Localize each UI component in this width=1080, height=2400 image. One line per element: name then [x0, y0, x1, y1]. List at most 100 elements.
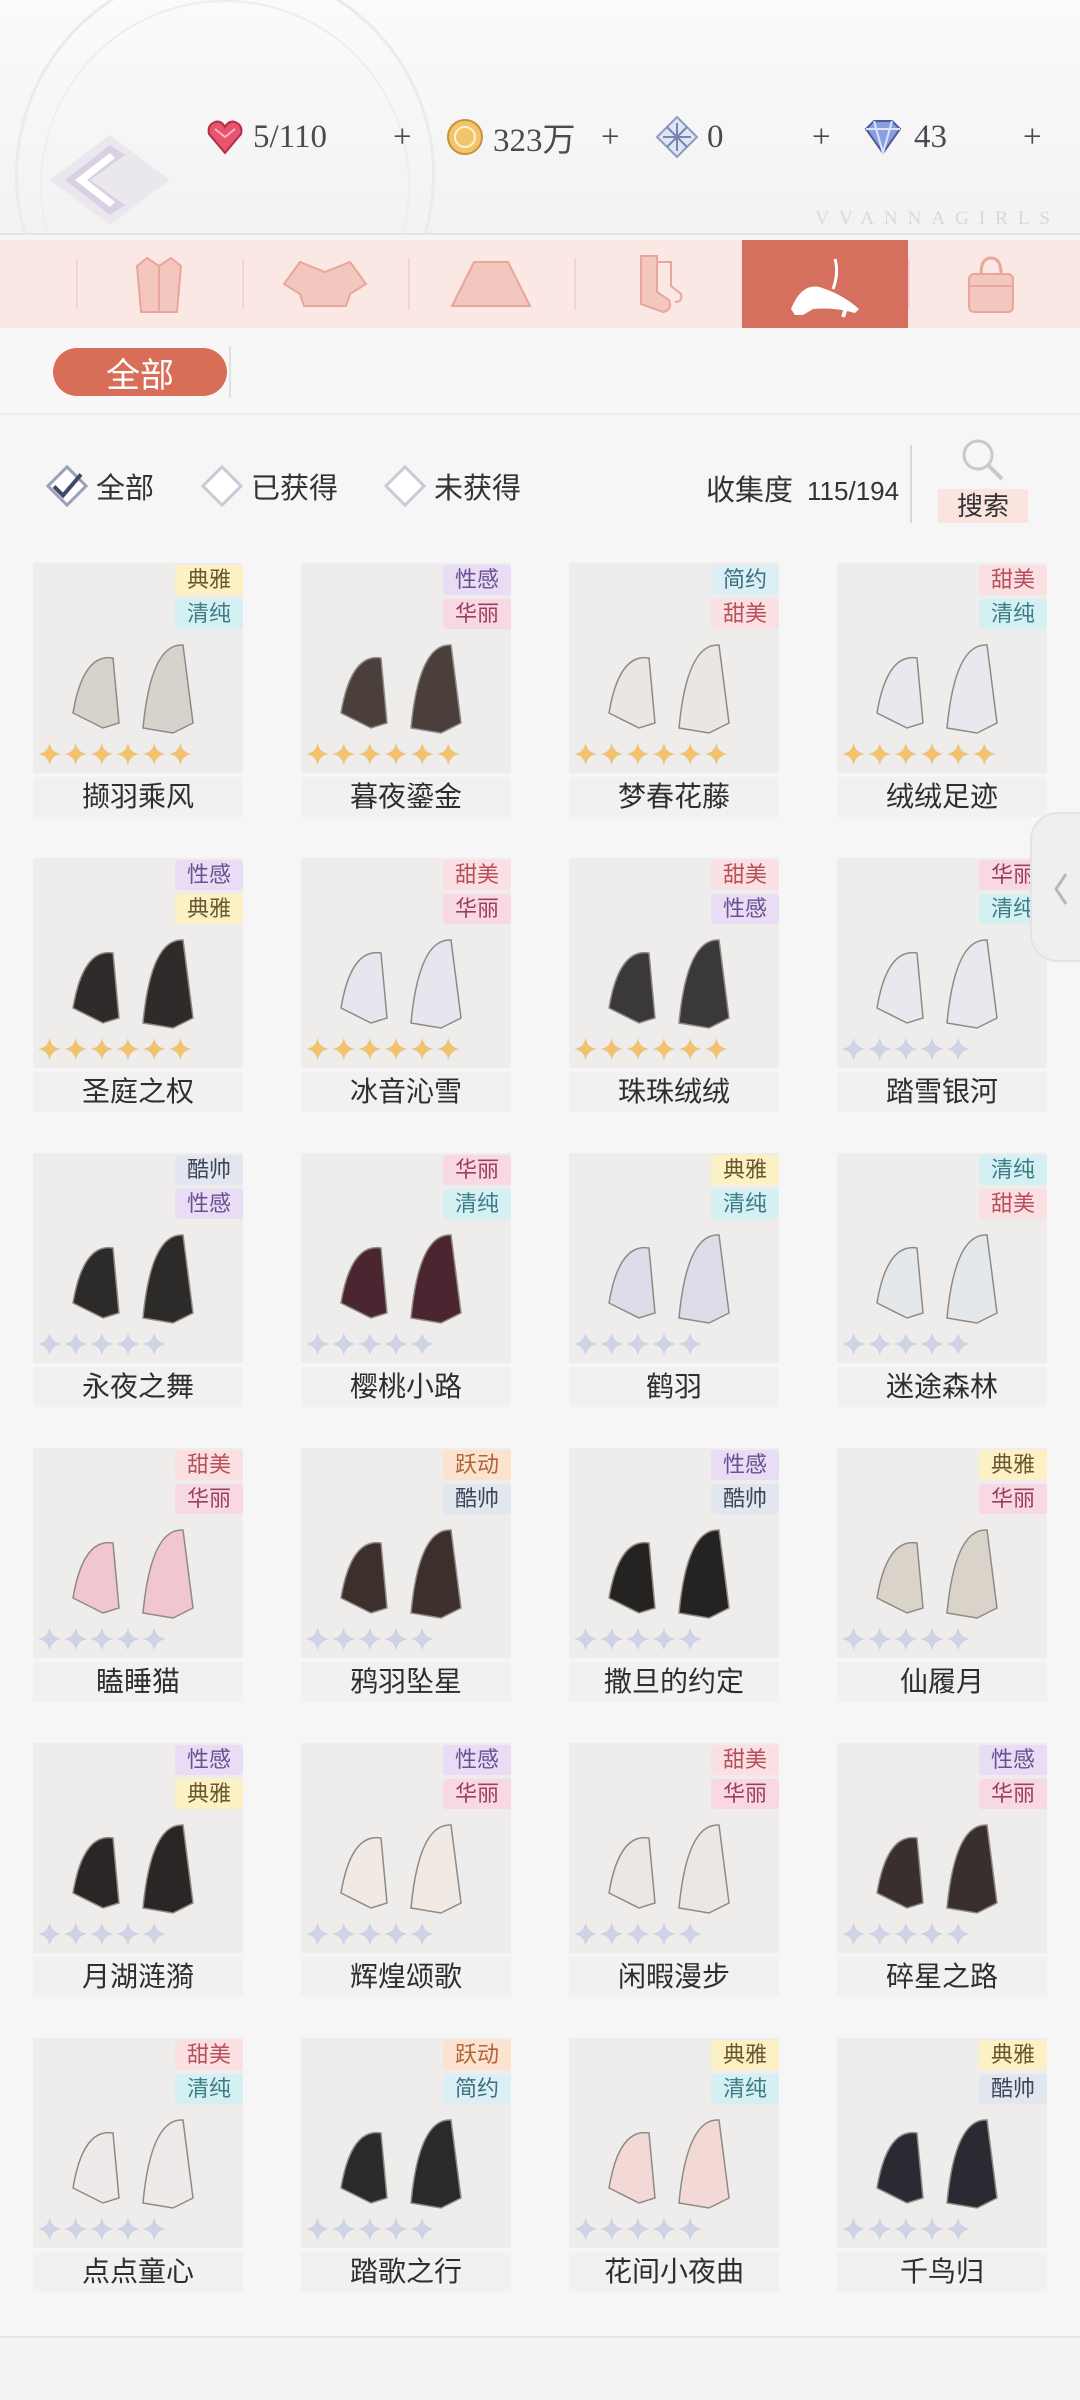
- rarity-stars: ✦ ✦ ✦ ✦ ✦ ✦: [305, 741, 461, 771]
- shoe-item-card[interactable]: 性感 典雅 ✦ ✦ ✦ ✦ ✦ ✦ 圣庭之权: [33, 858, 243, 1116]
- star-icon: ✦: [357, 1919, 383, 1952]
- style-tag: 华丽: [979, 1779, 1047, 1809]
- star-icon: ✦: [573, 1329, 599, 1362]
- add-diamonds-button[interactable]: +: [1023, 112, 1042, 162]
- shoe-item-card[interactable]: 甜美 华丽 ✦ ✦ ✦ ✦ ✦ 瞌睡猫: [33, 1448, 243, 1706]
- search-icon: [962, 439, 1004, 481]
- star-icon: ✦: [919, 2214, 945, 2247]
- star-icon: ✦: [677, 1624, 703, 1657]
- divider: [229, 346, 231, 398]
- bottom-bar: [0, 2336, 1080, 2400]
- shoe-name: 踏雪银河: [837, 1072, 1047, 1112]
- star-icon: ✦: [651, 1919, 677, 1952]
- shoe-item-card[interactable]: 甜美 性感 ✦ ✦ ✦ ✦ ✦ ✦ 珠珠绒绒: [569, 858, 779, 1116]
- filter-all-radio[interactable]: 全部: [45, 464, 155, 508]
- tab-top[interactable]: [242, 240, 408, 328]
- style-tag: 甜美: [175, 1450, 243, 1480]
- star-icon: ✦: [141, 1919, 167, 1952]
- tab-bag[interactable]: [908, 240, 1074, 328]
- star-icon: ✦: [703, 1034, 729, 1067]
- shoe-item-card[interactable]: 酷帅 性感 ✦ ✦ ✦ ✦ ✦ 永夜之舞: [33, 1153, 243, 1411]
- shoe-item-card[interactable]: 性感 典雅 ✦ ✦ ✦ ✦ ✦ 月湖涟漪: [33, 1743, 243, 2001]
- star-icon: ✦: [115, 1624, 141, 1657]
- star-icon: ✦: [37, 1919, 63, 1952]
- tab-partial[interactable]: [0, 240, 76, 328]
- bag-icon: [968, 256, 1014, 313]
- star-icon: ✦: [37, 2214, 63, 2247]
- shoe-name: 绒绒足迹: [837, 777, 1047, 817]
- star-icon: ✦: [89, 1034, 115, 1067]
- tab-shoes[interactable]: [742, 240, 908, 328]
- star-icon: ✦: [331, 1034, 357, 1067]
- shoe-item-card[interactable]: 跃动 简约 ✦ ✦ ✦ ✦ ✦ 踏歌之行: [301, 2038, 511, 2296]
- filter-all-label: 全部: [96, 473, 155, 505]
- shoe-item-card[interactable]: 甜美 清纯 ✦ ✦ ✦ ✦ ✦ 点点童心: [33, 2038, 243, 2296]
- style-tag: 性感: [979, 1745, 1047, 1775]
- shoe-item-card[interactable]: 甜美 华丽 ✦ ✦ ✦ ✦ ✦ 闲暇漫步: [569, 1743, 779, 2001]
- add-crystal-button[interactable]: +: [812, 112, 831, 162]
- style-tag: 甜美: [443, 860, 511, 890]
- filter-owned-radio[interactable]: 已获得: [200, 464, 338, 508]
- star-icon: ✦: [409, 1034, 435, 1067]
- style-tag: 典雅: [175, 1779, 243, 1809]
- shoe-item-card[interactable]: 性感 酷帅 ✦ ✦ ✦ ✦ ✦ 撒旦的约定: [569, 1448, 779, 1706]
- shoe-item-card[interactable]: 简约 甜美 ✦ ✦ ✦ ✦ ✦ ✦ 梦春花藤: [569, 563, 779, 821]
- search-button[interactable]: 搜索: [938, 435, 1028, 525]
- star-icon: ✦: [141, 2214, 167, 2247]
- star-icon: ✦: [867, 1624, 893, 1657]
- shoe-name: 鹤羽: [569, 1367, 779, 1407]
- shoe-item-card[interactable]: 性感 华丽 ✦ ✦ ✦ ✦ ✦ ✦ 暮夜鎏金: [301, 563, 511, 821]
- shoe-item-card[interactable]: 甜美 清纯 ✦ ✦ ✦ ✦ ✦ ✦ 绒绒足迹: [837, 563, 1047, 821]
- star-icon: ✦: [573, 739, 599, 772]
- star-icon: ✦: [435, 1034, 461, 1067]
- star-icon: ✦: [305, 1329, 331, 1362]
- tab-coat[interactable]: [76, 240, 242, 328]
- side-drawer-handle[interactable]: [1030, 812, 1080, 962]
- star-icon: ✦: [625, 1919, 651, 1952]
- style-tag: 甜美: [979, 565, 1047, 595]
- shoe-item-card[interactable]: 甜美 华丽 ✦ ✦ ✦ ✦ ✦ ✦ 冰音沁雪: [301, 858, 511, 1116]
- shoe-item-card[interactable]: 典雅 酷帅 ✦ ✦ ✦ ✦ ✦ 千鸟归: [837, 2038, 1047, 2296]
- tab-socks[interactable]: [574, 240, 740, 328]
- rarity-stars: ✦ ✦ ✦ ✦ ✦ ✦: [37, 1036, 193, 1066]
- shoe-item-card[interactable]: 华丽 清纯 ✦ ✦ ✦ ✦ ✦ 踏雪银河: [837, 858, 1047, 1116]
- star-icon: ✦: [573, 1919, 599, 1952]
- shoe-item-card[interactable]: 清纯 甜美 ✦ ✦ ✦ ✦ ✦ 迷途森林: [837, 1153, 1047, 1411]
- star-icon: ✦: [331, 1329, 357, 1362]
- unchecked-diamond-icon: [383, 464, 427, 508]
- style-tag: 华丽: [443, 894, 511, 924]
- star-icon: ✦: [383, 1919, 409, 1952]
- star-icon: ✦: [37, 739, 63, 772]
- shoe-item-card[interactable]: 典雅 清纯 ✦ ✦ ✦ ✦ ✦ ✦ 撷羽乘风: [33, 563, 243, 821]
- shoe-item-card[interactable]: 典雅 清纯 ✦ ✦ ✦ ✦ ✦ 花间小夜曲: [569, 2038, 779, 2296]
- star-icon: ✦: [63, 739, 89, 772]
- shoe-name: 樱桃小路: [301, 1367, 511, 1407]
- filter-not-owned-label: 未获得: [434, 473, 522, 505]
- shoe-item-card[interactable]: 典雅 清纯 ✦ ✦ ✦ ✦ ✦ 鹤羽: [569, 1153, 779, 1411]
- high-heel-icon: [791, 258, 859, 318]
- subcategory-all-pill[interactable]: 全部: [53, 348, 227, 396]
- back-button[interactable]: [30, 120, 180, 235]
- star-icon: ✦: [625, 1329, 651, 1362]
- shoe-item-card[interactable]: 跃动 酷帅 ✦ ✦ ✦ ✦ ✦ 鸦羽坠星: [301, 1448, 511, 1706]
- star-icon: ✦: [305, 739, 331, 772]
- partial-icon: [0, 254, 23, 314]
- star-icon: ✦: [945, 1919, 971, 1952]
- shoe-item-card[interactable]: 华丽 清纯 ✦ ✦ ✦ ✦ ✦ 樱桃小路: [301, 1153, 511, 1411]
- star-icon: ✦: [409, 739, 435, 772]
- star-icon: ✦: [677, 1034, 703, 1067]
- add-stamina-button[interactable]: +: [393, 112, 412, 162]
- tab-skirt[interactable]: [408, 240, 574, 328]
- style-tag: 清纯: [979, 599, 1047, 629]
- star-icon: ✦: [141, 1034, 167, 1067]
- shoe-item-card[interactable]: 性感 华丽 ✦ ✦ ✦ ✦ ✦ 辉煌颂歌: [301, 1743, 511, 2001]
- star-icon: ✦: [305, 1034, 331, 1067]
- shoe-name: 梦春花藤: [569, 777, 779, 817]
- shoe-name: 永夜之舞: [33, 1367, 243, 1407]
- divider: [910, 445, 912, 523]
- add-coins-button[interactable]: +: [601, 112, 620, 162]
- shoe-item-card[interactable]: 典雅 华丽 ✦ ✦ ✦ ✦ ✦ 仙履月: [837, 1448, 1047, 1706]
- shoe-item-card[interactable]: 性感 华丽 ✦ ✦ ✦ ✦ ✦ 碎星之路: [837, 1743, 1047, 2001]
- filter-not-owned-radio[interactable]: 未获得: [383, 464, 522, 508]
- rarity-stars: ✦ ✦ ✦ ✦ ✦: [841, 1331, 971, 1361]
